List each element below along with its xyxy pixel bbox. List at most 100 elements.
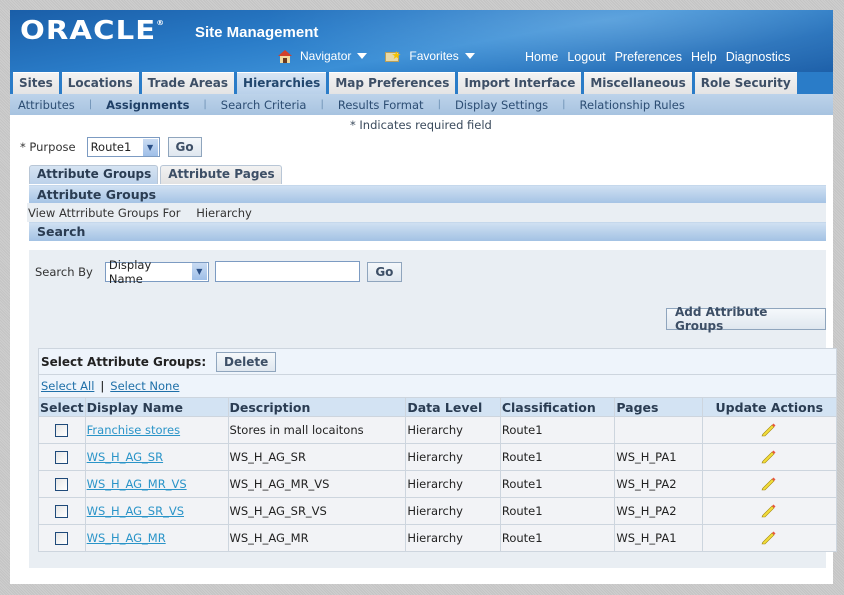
search-header: Search [29,222,826,241]
update-actions-cell [701,416,838,444]
logout-link[interactable]: Logout [567,50,605,64]
pencil-edit-icon[interactable] [761,502,777,521]
row-checkbox[interactable] [55,424,69,437]
separator: | [562,99,566,110]
description-cell: WS_H_AG_MR [227,524,407,552]
row-checkbox[interactable] [55,532,69,545]
table-row: Franchise stores Stores in mall locaiton… [38,416,838,444]
tab-map-preferences[interactable]: Map Preferences [329,72,456,94]
select-cell [38,524,86,552]
data-level-cell: Hierarchy [405,416,501,444]
subtab-assignments[interactable]: Assignments [106,98,189,112]
view-for-value: Hierarchy [196,206,252,220]
display-name-link[interactable]: WS_H_AG_SR [87,450,163,464]
display-name-cell: WS_H_AG_SR [84,443,229,471]
search-input[interactable] [214,261,360,282]
display-name-link[interactable]: WS_H_AG_MR [87,531,166,545]
description-cell: WS_H_AG_SR_VS [227,497,407,525]
classification-cell: Route1 [499,524,616,552]
subtab-results-format[interactable]: Results Format [338,98,424,112]
update-actions-cell [701,497,838,525]
classification-cell: Route1 [499,497,616,525]
display-name-link[interactable]: WS_H_AG_MR_VS [87,477,187,491]
row-checkbox[interactable] [55,478,69,491]
description-cell: Stores in mall locaitons [227,416,407,444]
tab-attribute-pages[interactable]: Attribute Pages [160,165,282,184]
delete-button[interactable]: Delete [216,351,277,372]
select-cell [38,497,86,525]
tab-miscellaneous[interactable]: Miscellaneous [584,72,692,94]
pages-cell: WS_H_PA2 [614,470,703,498]
subtab-attributes[interactable]: Attributes [18,98,75,112]
pages-cell: WS_H_PA1 [614,443,703,471]
pencil-edit-icon[interactable] [761,421,777,440]
column-header-pages: Pages [614,397,703,417]
description-cell: WS_H_AG_SR [227,443,407,471]
table-action-bar: Select Attribute Groups: Delete [38,348,837,375]
separator: | [437,99,441,110]
subtab-relationship-rules[interactable]: Relationship Rules [580,98,685,112]
navigator-menu[interactable]: Navigator [278,49,368,63]
select-none-link[interactable]: Select None [110,379,179,393]
table-header-row: Select Display Name Description Data Lev… [38,397,838,417]
search-by-select[interactable]: Display Name ▼ [104,258,209,286]
preferences-link[interactable]: Preferences [615,50,682,64]
update-actions-cell [701,443,838,471]
chevron-down-icon [464,53,475,59]
purpose-value: Route1 [90,140,132,154]
separator: | [320,99,324,110]
display-name-cell: WS_H_AG_MR_VS [84,470,229,498]
tab-hierarchies[interactable]: Hierarchies [237,72,327,94]
navigator-label: Navigator [300,49,352,63]
search-row: Search By Display Name ▼ Go [35,258,402,286]
results-table: Select Display Name Description Data Lev… [38,397,838,552]
global-links: Home Logout Preferences Help Diagnostics [525,50,790,64]
search-go-button[interactable]: Go [366,261,402,282]
column-header-update-actions: Update Actions [701,397,838,417]
search-by-label: Search By [35,264,93,279]
tab-sites[interactable]: Sites [13,72,59,94]
diagnostics-link[interactable]: Diagnostics [726,50,791,64]
tab-locations[interactable]: Locations [61,72,139,94]
display-name-link[interactable]: Franchise stores [87,423,180,437]
help-link[interactable]: Help [691,50,717,64]
purpose-select[interactable]: Route1 ▼ [86,137,160,157]
pencil-edit-icon[interactable] [761,475,777,494]
row-checkbox[interactable] [55,451,69,464]
description-cell: WS_H_AG_MR_VS [227,470,407,498]
purpose-row: * Purpose Route1 ▼ Go [20,137,202,157]
tab-role-security[interactable]: Role Security [694,72,797,94]
pages-cell: WS_H_PA2 [614,497,703,525]
view-for-label: View Attrribute Groups For [28,206,181,220]
home-link[interactable]: Home [525,50,558,64]
pencil-edit-icon[interactable] [761,529,777,548]
classification-cell: Route1 [499,416,616,444]
column-header-data-level: Data Level [405,397,501,417]
favorites-label: Favorites [409,49,459,63]
row-checkbox[interactable] [55,505,69,518]
pages-cell [614,416,703,444]
tab-trade-areas[interactable]: Trade Areas [141,72,235,94]
purpose-go-button[interactable]: Go [167,137,202,157]
display-name-cell: Franchise stores [84,416,229,444]
update-actions-cell [701,524,838,552]
purpose-label: * Purpose [20,140,76,154]
tab-import-interface[interactable]: Import Interface [458,72,582,94]
chevron-down-icon [357,53,368,59]
search-panel: Search By Display Name ▼ Go Add Attribut… [29,250,838,568]
home-icon [278,49,292,63]
add-attribute-groups-button[interactable]: Add Attribute Groups [666,305,826,333]
favorites-menu[interactable]: ★ Favorites [385,49,475,63]
column-header-description: Description [227,397,407,417]
display-name-link[interactable]: WS_H_AG_SR_VS [87,504,184,518]
select-all-link[interactable]: Select All [41,379,94,393]
required-field-note: * Indicates required field [350,118,492,132]
pencil-edit-icon[interactable] [761,448,777,467]
data-level-cell: Hierarchy [405,524,501,552]
subtab-display-settings[interactable]: Display Settings [455,98,548,112]
subtab-search-criteria[interactable]: Search Criteria [221,98,307,112]
tab-attribute-groups[interactable]: Attribute Groups [29,165,159,184]
header-menus: Navigator ★ Favorites [278,49,475,63]
table-row: WS_H_AG_MR_VS WS_H_AG_MR_VS Hierarchy Ro… [38,470,838,498]
favorites-folder-icon: ★ [385,50,401,63]
